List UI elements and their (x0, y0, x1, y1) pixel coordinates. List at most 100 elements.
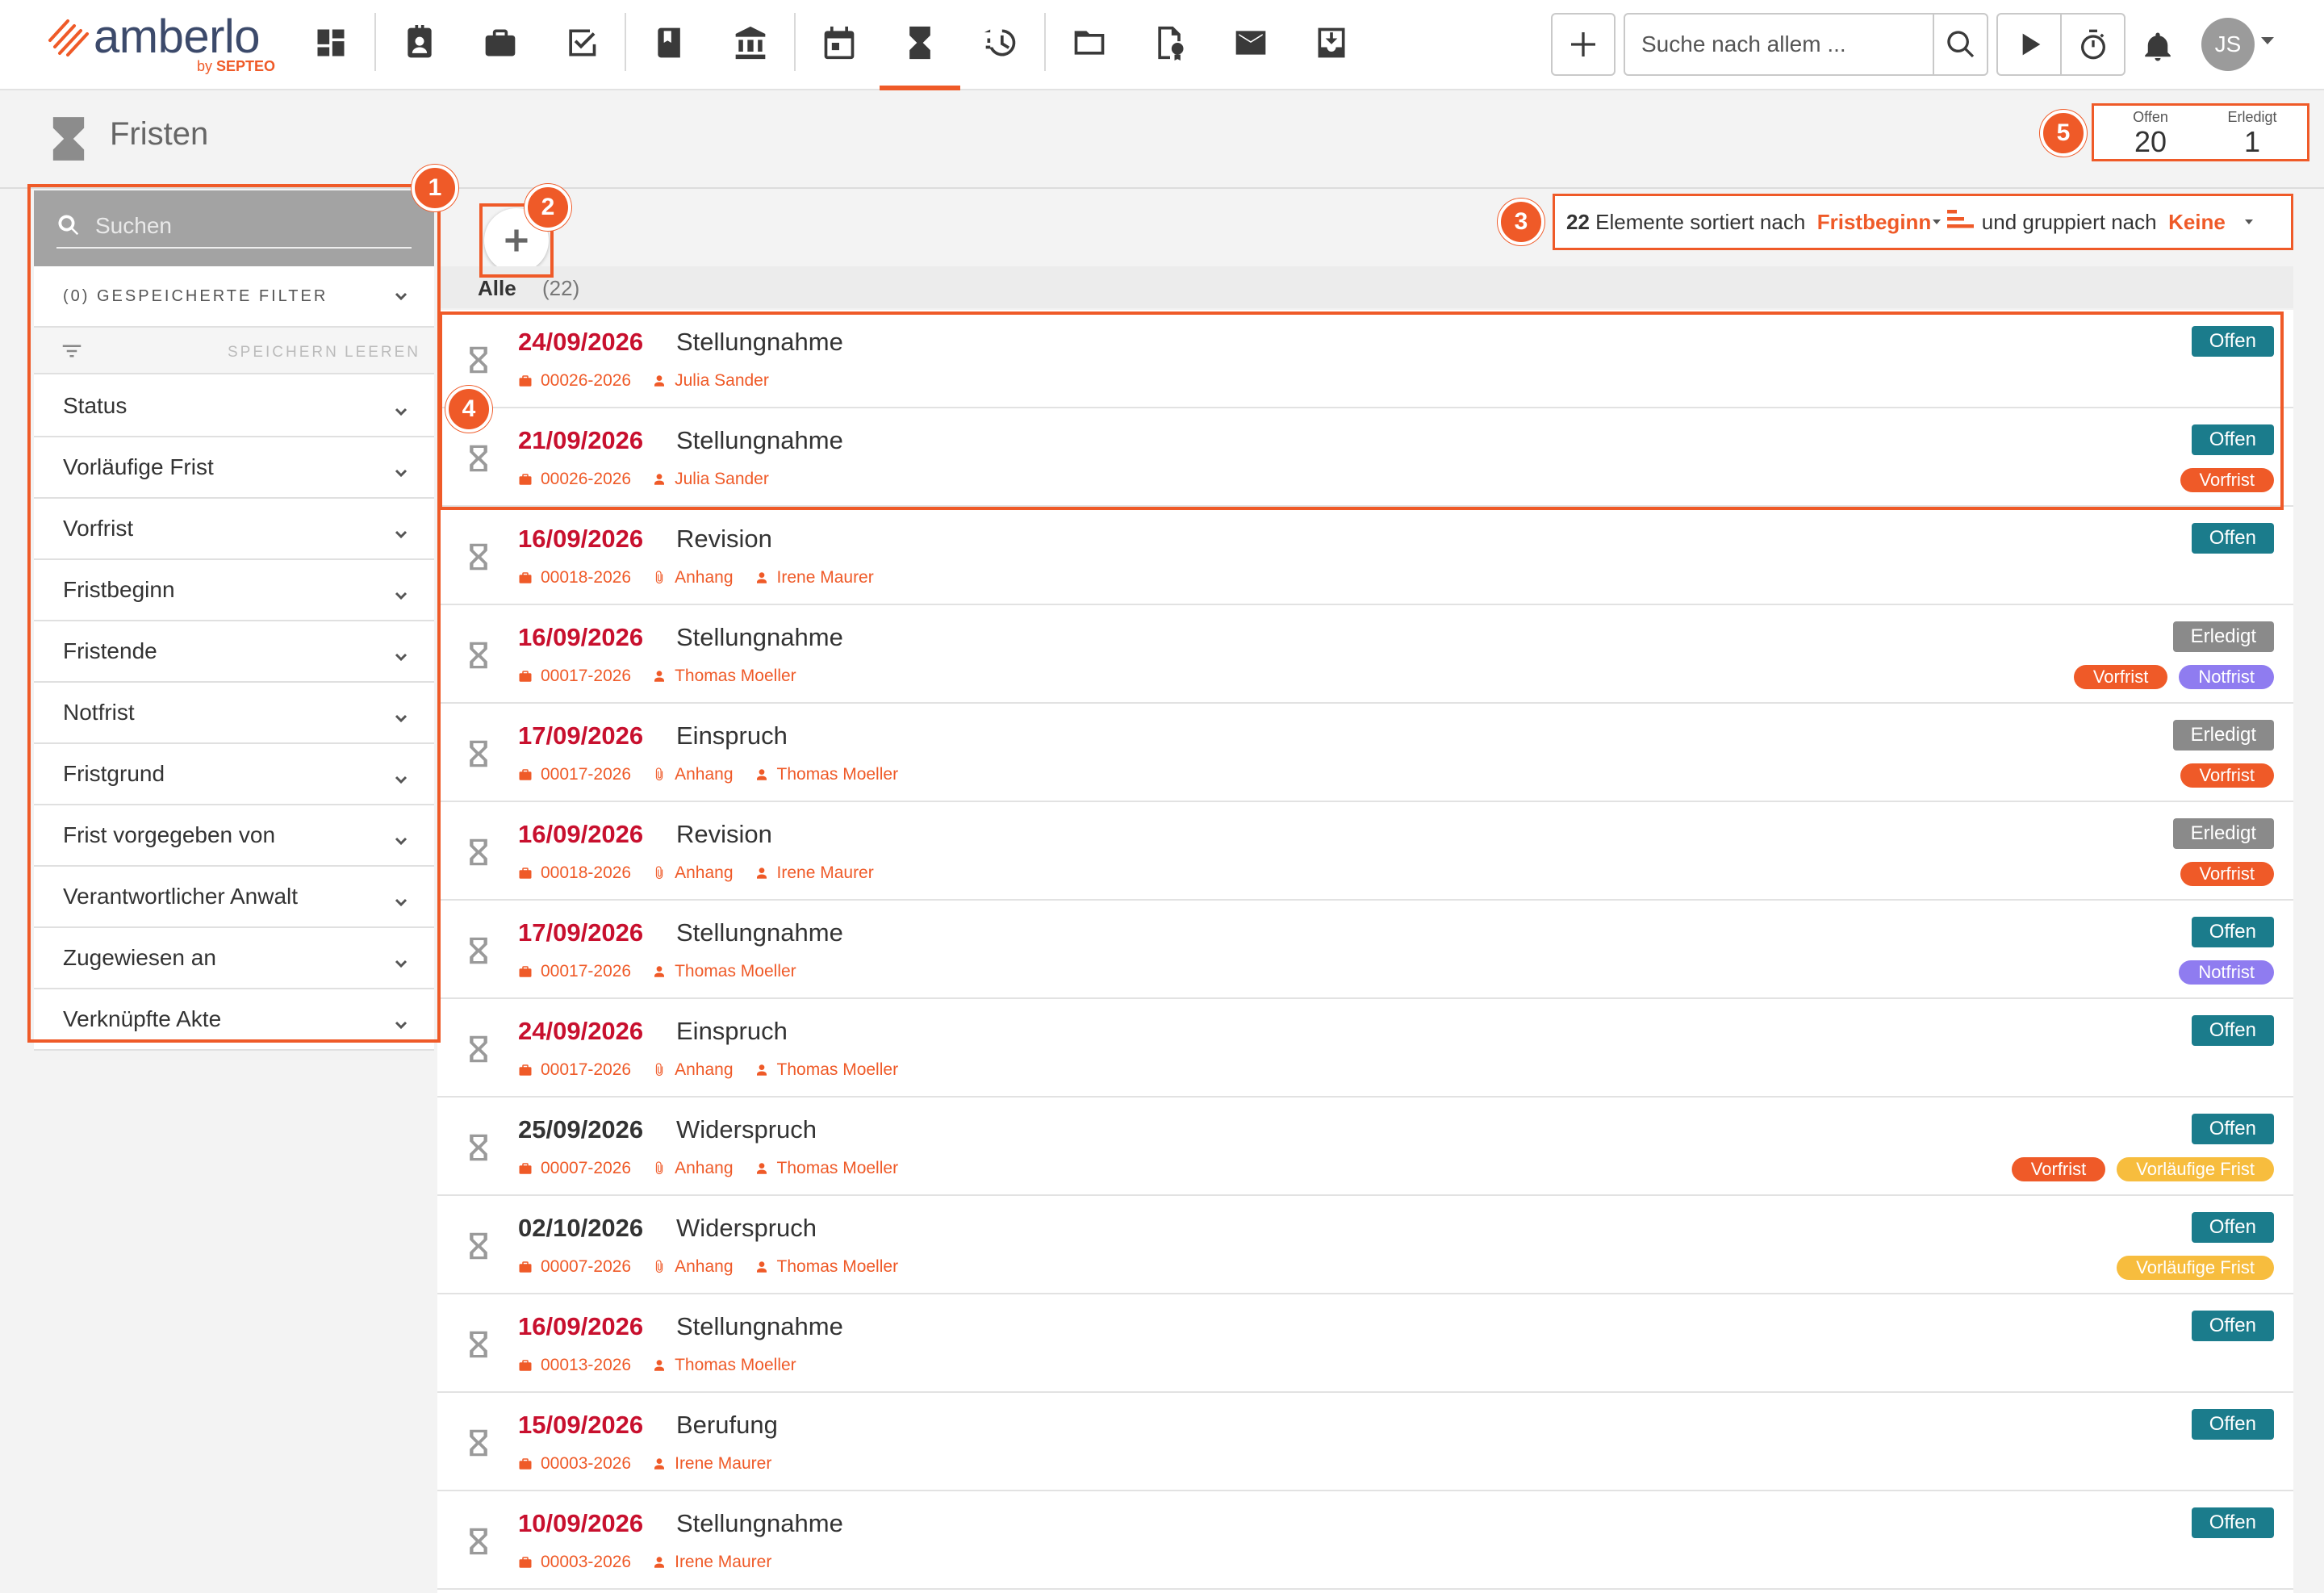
case-link[interactable]: 00018-2026 (518, 863, 631, 883)
deadline-date[interactable]: 02/10/2026 (518, 1214, 643, 1243)
deadline-date[interactable]: 25/09/2026 (518, 1115, 643, 1144)
assignee-link[interactable]: Thomas Moeller (754, 1159, 898, 1178)
stopwatch-button[interactable] (2062, 15, 2124, 74)
notifications-bell-icon[interactable] (2135, 24, 2180, 69)
deadline-row[interactable]: 16/09/2026 Revision 00018-2026 Anhang Irene … (437, 802, 2293, 901)
calendar-icon[interactable] (815, 18, 863, 68)
hourglass-icon[interactable] (896, 18, 944, 68)
deadline-row[interactable]: 17/09/2026 Stellungnahme 00017-2026 Thomas … (437, 901, 2293, 999)
deadline-date[interactable]: 16/09/2026 (518, 623, 643, 652)
filter-item[interactable]: Vorläufige Frist (34, 437, 434, 499)
filter-item[interactable]: Verantwortlicher Anwalt (34, 867, 434, 928)
deadline-row[interactable]: 24/09/2026 Stellungnahme 00026-2026 Julia S… (437, 310, 2293, 408)
filter-item[interactable]: Frist vorgegeben von (34, 805, 434, 867)
deadline-date[interactable]: 21/09/2026 (518, 426, 643, 455)
assignee-link[interactable]: Irene Maurer (652, 1454, 771, 1474)
assignee-link[interactable]: Irene Maurer (652, 1553, 771, 1572)
case-link[interactable]: 00007-2026 (518, 1159, 631, 1178)
deadline-date[interactable]: 16/09/2026 (518, 820, 643, 849)
group-field-dropdown[interactable]: Keine (2168, 210, 2226, 235)
deadline-row[interactable]: 10/09/2026 Stellungnahme 00003-2026 Irene M… (437, 1491, 2293, 1590)
case-link[interactable]: 00017-2026 (518, 962, 631, 981)
caret-down-icon[interactable] (2261, 37, 2274, 44)
saved-filters-dropdown[interactable]: (0) GESPEICHERTE FILTER (34, 266, 434, 328)
deadline-row[interactable]: 16/09/2026 Revision 00018-2026 Anhang Irene … (437, 507, 2293, 605)
amberlo-logo[interactable]: amberlo by SEPTEO (47, 10, 289, 79)
deadline-row[interactable]: 15/09/2026 Berufung 00003-2026 Irene Maurer… (437, 1393, 2293, 1491)
counter-open[interactable]: Offen 20 (2102, 109, 2199, 158)
global-search-button[interactable] (1933, 15, 1987, 74)
play-timer-button[interactable] (1998, 15, 2062, 74)
attachment-link[interactable]: Anhang (652, 863, 734, 883)
case-link[interactable]: 00013-2026 (518, 1356, 631, 1375)
sort-field-dropdown[interactable]: Fristbeginn (1817, 210, 1932, 235)
assignee-link[interactable]: Thomas Moeller (652, 667, 796, 686)
deadline-title[interactable]: Widerspruch (676, 1115, 817, 1144)
assignee-link[interactable]: Julia Sander (652, 371, 769, 391)
assignee-link[interactable]: Thomas Moeller (754, 1257, 898, 1277)
save-filter-button[interactable]: SPEICHERN (228, 344, 339, 362)
assignee-link[interactable]: Thomas Moeller (652, 1356, 796, 1375)
deadline-row[interactable]: 17/09/2026 Einspruch 00017-2026 Anhang Thoma… (437, 704, 2293, 802)
contacts-icon[interactable] (395, 18, 444, 68)
deadline-title[interactable]: Berufung (676, 1411, 778, 1440)
deadline-row[interactable]: 25/09/2026 Widerspruch 00007-2026 Anhang Tho… (437, 1098, 2293, 1196)
attachment-link[interactable]: Anhang (652, 1159, 734, 1178)
filter-item[interactable]: Notfrist (34, 683, 434, 744)
deadline-row[interactable]: 16/09/2026 Stellungnahme 00017-2026 Thomas … (437, 605, 2293, 704)
counter-done[interactable]: Erledigt 1 (2204, 109, 2301, 158)
deadline-date[interactable]: 16/09/2026 (518, 1312, 643, 1341)
case-link[interactable]: 00026-2026 (518, 371, 631, 391)
deadline-title[interactable]: Revision (676, 820, 772, 849)
deadline-row[interactable]: 02/10/2026 Widerspruch 00007-2026 Anhang Tho… (437, 1196, 2293, 1294)
case-link[interactable]: 00003-2026 (518, 1553, 631, 1572)
filter-item[interactable]: Fristbeginn (34, 560, 434, 621)
assignee-link[interactable]: Irene Maurer (754, 863, 874, 883)
deadline-date[interactable]: 17/09/2026 (518, 918, 643, 947)
attachment-link[interactable]: Anhang (652, 765, 734, 784)
deadline-date[interactable]: 16/09/2026 (518, 525, 643, 554)
deadline-row[interactable]: 16/09/2026 Stellungnahme 00013-2026 Thomas … (437, 1294, 2293, 1393)
deadline-date[interactable]: 10/09/2026 (518, 1509, 643, 1538)
case-link[interactable]: 00007-2026 (518, 1257, 631, 1277)
filter-item[interactable]: Fristende (34, 621, 434, 683)
assignee-link[interactable]: Thomas Moeller (652, 962, 796, 981)
inbox-download-icon[interactable] (1307, 18, 1356, 68)
assignee-link[interactable]: Irene Maurer (754, 568, 874, 587)
deadline-title[interactable]: Einspruch (676, 721, 788, 751)
filter-item[interactable]: Verknüpfte Akte (34, 989, 434, 1051)
case-link[interactable]: 00017-2026 (518, 1060, 631, 1080)
dashboard-icon[interactable] (307, 18, 355, 68)
document-seal-icon[interactable] (1146, 18, 1194, 68)
tasks-icon[interactable] (557, 18, 605, 68)
folder-icon[interactable] (1065, 18, 1114, 68)
add-new-button[interactable] (1551, 13, 1616, 76)
briefcase-icon[interactable] (476, 18, 525, 68)
deadline-title[interactable]: Stellungnahme (676, 918, 843, 947)
deadline-title[interactable]: Revision (676, 525, 772, 554)
assignee-link[interactable]: Thomas Moeller (754, 765, 898, 784)
global-search-input[interactable] (1625, 15, 1933, 74)
deadline-date[interactable]: 17/09/2026 (518, 721, 643, 751)
attachment-link[interactable]: Anhang (652, 1257, 734, 1277)
book-icon[interactable] (646, 18, 694, 68)
filter-item[interactable]: Fristgrund (34, 744, 434, 805)
deadline-date[interactable]: 24/09/2026 (518, 1017, 643, 1046)
case-link[interactable]: 00017-2026 (518, 765, 631, 784)
attachment-link[interactable]: Anhang (652, 1060, 734, 1080)
clear-filter-button[interactable]: LEEREN (345, 344, 420, 362)
deadline-title[interactable]: Stellungnahme (676, 426, 843, 455)
sidebar-search-input[interactable] (95, 207, 408, 245)
deadline-title[interactable]: Stellungnahme (676, 1509, 843, 1538)
deadline-title[interactable]: Stellungnahme (676, 1312, 843, 1341)
sort-direction-icon[interactable] (1946, 207, 1976, 237)
assignee-link[interactable]: Thomas Moeller (754, 1060, 898, 1080)
mail-icon[interactable] (1227, 18, 1275, 68)
case-link[interactable]: 00026-2026 (518, 470, 631, 489)
filter-item[interactable]: Vorfrist (34, 499, 434, 560)
user-avatar[interactable]: JS (2201, 18, 2255, 71)
deadline-date[interactable]: 24/09/2026 (518, 328, 643, 357)
court-icon[interactable] (726, 18, 775, 68)
case-link[interactable]: 00017-2026 (518, 667, 631, 686)
deadline-row[interactable]: 24/09/2026 Einspruch 00017-2026 Anhang Thoma… (437, 999, 2293, 1098)
